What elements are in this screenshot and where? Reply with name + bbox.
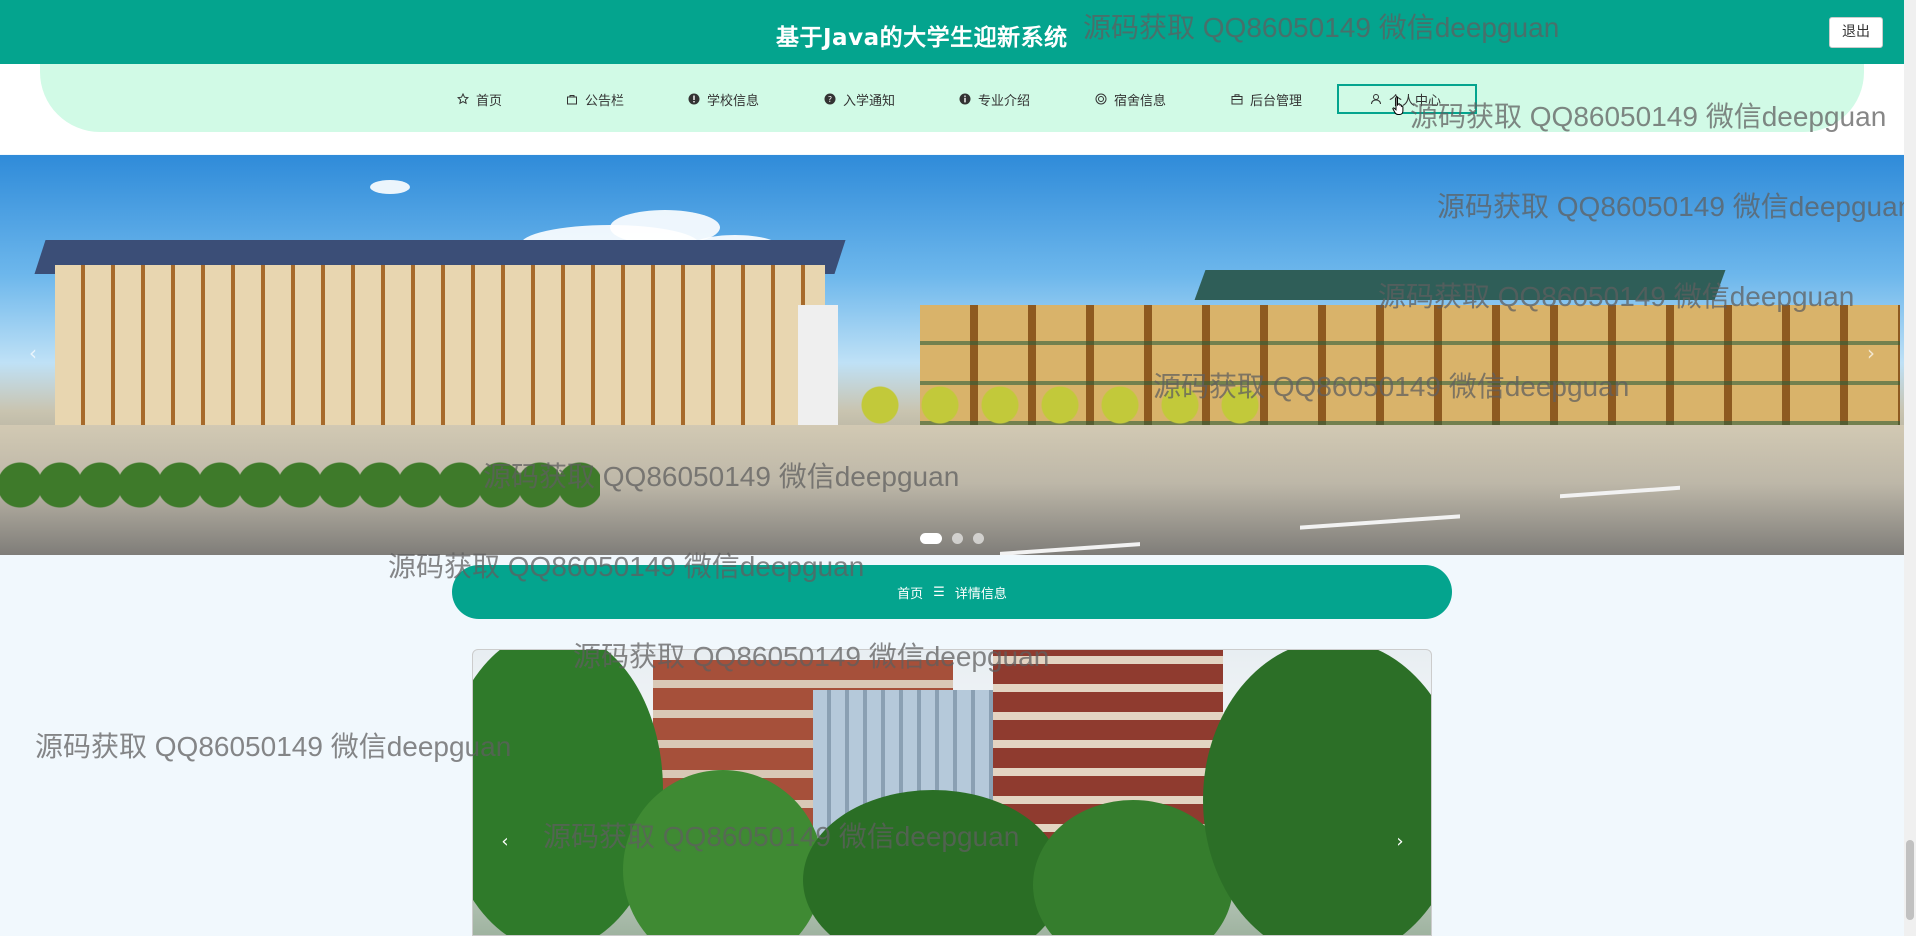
- nav-item-notices[interactable]: 公告栏: [565, 84, 624, 114]
- bag-icon: [565, 92, 579, 106]
- nav-item-dorm-info[interactable]: 宿舍信息: [1094, 84, 1166, 114]
- building-roof: [1194, 270, 1726, 300]
- scrollbar-thumb[interactable]: [1906, 840, 1914, 920]
- detail-next-icon[interactable]: ›: [1388, 830, 1412, 854]
- breadcrumb-current: 详情信息: [954, 586, 1007, 602]
- nav-item-label: 首页: [476, 93, 503, 109]
- nav-item-label: 宿舍信息: [1114, 93, 1167, 109]
- school-building: [55, 265, 825, 425]
- hand-cursor-icon: [1392, 96, 1404, 115]
- nav-item-label: 后台管理: [1250, 93, 1303, 109]
- briefcase-icon: [1230, 92, 1244, 106]
- menu-separator-icon: ☰: [933, 584, 945, 600]
- logout-button[interactable]: 退出: [1829, 17, 1883, 48]
- carousel-next-icon[interactable]: ›: [1858, 340, 1884, 366]
- nav-item-label: 学校信息: [707, 93, 760, 109]
- nav-item-admission-notice[interactable]: ? 入学通知: [823, 84, 895, 114]
- nav-item-label: 专业介绍: [978, 93, 1031, 109]
- carousel-indicators: [920, 533, 984, 544]
- nav-item-label: 公告栏: [585, 93, 625, 109]
- nav-item-profile[interactable]: 个人中心: [1337, 84, 1477, 114]
- watermark-text: 源码获取 QQ86050149 微信deepguan: [35, 731, 512, 762]
- breadcrumb: 首页 ☰ 详情信息: [452, 565, 1452, 619]
- nav-pill-background: [40, 64, 1864, 132]
- carousel-dot[interactable]: [920, 533, 942, 544]
- detail-prev-icon[interactable]: ‹: [493, 830, 517, 854]
- breadcrumb-home-link[interactable]: 首页: [897, 583, 923, 602]
- user-icon: [1369, 92, 1383, 106]
- nav-item-label: 入学通知: [843, 93, 896, 109]
- flower-hedge: [0, 455, 600, 515]
- cloud: [370, 180, 410, 194]
- top-header: 基于Java的大学生迎新系统 退出: [0, 0, 1904, 64]
- nav-item-admin[interactable]: 后台管理: [1230, 84, 1302, 114]
- tree-row: [860, 375, 1260, 435]
- nav-item-major-intro[interactable]: 专业介绍: [958, 84, 1030, 114]
- carousel-dot[interactable]: [973, 533, 984, 544]
- page-scrollbar[interactable]: [1904, 0, 1916, 936]
- nav-item-school-info[interactable]: 学校信息: [687, 84, 759, 114]
- site-title: 基于Java的大学生迎新系统: [776, 25, 1068, 51]
- building-tower: [798, 305, 838, 425]
- star-icon: [456, 92, 470, 106]
- target-icon: [1094, 92, 1108, 106]
- nav-bar: 首页 公告栏 学校信息 ? 入学通知 专业介绍 宿舍信息 后台管理 个人中心: [0, 64, 1904, 154]
- info-icon: [958, 92, 972, 106]
- banner-carousel[interactable]: ‹ ›: [0, 155, 1904, 555]
- svg-text:?: ?: [828, 95, 832, 104]
- info-icon: [687, 92, 701, 106]
- detail-image-carousel[interactable]: ‹ ›: [472, 649, 1432, 936]
- tree: [1203, 650, 1431, 935]
- carousel-dot[interactable]: [952, 533, 963, 544]
- question-icon: ?: [823, 92, 837, 106]
- carousel-prev-icon[interactable]: ‹: [20, 340, 46, 366]
- nav-item-home[interactable]: 首页: [456, 84, 502, 114]
